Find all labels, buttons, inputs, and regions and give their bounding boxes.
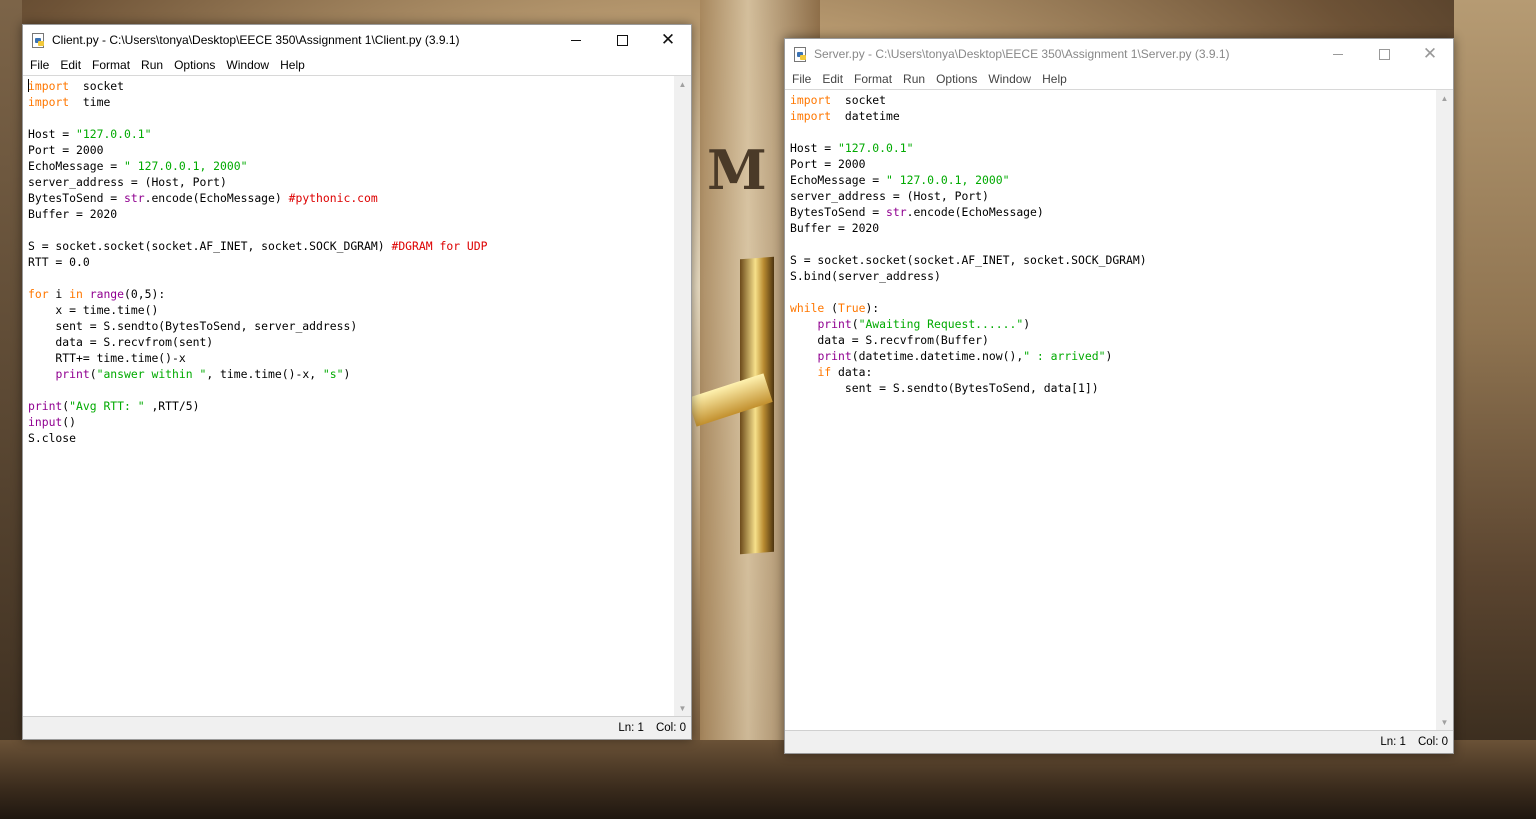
maximize-icon bbox=[616, 34, 628, 46]
code-line[interactable]: server_address = (Host, Port) bbox=[28, 174, 671, 190]
python-file-icon bbox=[31, 33, 45, 48]
server-idle-window[interactable]: Server.py - C:\Users\tonya\Desktop\EECE … bbox=[784, 38, 1454, 754]
server-editor[interactable]: import socket import datetime Host = "127… bbox=[785, 89, 1453, 731]
client-code-text[interactable]: import socket import time Host = "127.0.0… bbox=[28, 78, 671, 717]
code-line[interactable]: server_address = (Host, Port) bbox=[790, 188, 1433, 204]
client-window-title: Client.py - C:\Users\tonya\Desktop\EECE … bbox=[52, 33, 460, 47]
close-icon: ✕ bbox=[660, 29, 676, 50]
maximize-icon bbox=[1378, 48, 1390, 60]
server-statusbar: Ln: 1 Col: 0 bbox=[785, 730, 1453, 753]
menu-run[interactable]: Run bbox=[138, 58, 169, 72]
scroll-up-icon[interactable]: ▲ bbox=[1436, 90, 1453, 107]
column-indicator: Col: 0 bbox=[1417, 736, 1448, 748]
code-line[interactable]: Port = 2000 bbox=[28, 142, 671, 158]
python-file-icon bbox=[793, 47, 807, 62]
code-line[interactable]: Buffer = 2020 bbox=[28, 206, 671, 222]
menu-help[interactable]: Help bbox=[1039, 72, 1073, 86]
menu-edit[interactable]: Edit bbox=[57, 58, 87, 72]
code-line[interactable]: Host = "127.0.0.1" bbox=[790, 140, 1433, 156]
code-line[interactable]: print("Awaiting Request......") bbox=[790, 316, 1433, 332]
menu-help[interactable]: Help bbox=[277, 58, 311, 72]
close-icon: ✕ bbox=[1422, 43, 1438, 64]
code-line[interactable]: RTT = 0.0 bbox=[28, 254, 671, 270]
wallpaper-right-strip bbox=[1454, 0, 1536, 819]
code-line[interactable]: print(datetime.datetime.now()," : arrive… bbox=[790, 348, 1433, 364]
client-statusbar: Ln: 1 Col: 0 bbox=[23, 716, 691, 739]
code-line[interactable] bbox=[28, 270, 671, 286]
scroll-down-icon[interactable]: ▼ bbox=[674, 700, 691, 717]
code-line[interactable]: import datetime bbox=[790, 108, 1433, 124]
code-line[interactable]: import time bbox=[28, 94, 671, 110]
minimize-icon bbox=[571, 39, 581, 41]
menu-file[interactable]: File bbox=[27, 58, 55, 72]
minimize-button[interactable] bbox=[553, 25, 599, 55]
menu-format[interactable]: Format bbox=[89, 58, 136, 72]
code-line[interactable]: data = S.recvfrom(Buffer) bbox=[790, 332, 1433, 348]
menu-file[interactable]: File bbox=[789, 72, 817, 86]
code-line[interactable]: EchoMessage = " 127.0.0.1, 2000" bbox=[790, 172, 1433, 188]
code-line[interactable]: sent = S.sendto(BytesToSend, server_addr… bbox=[28, 318, 671, 334]
code-line[interactable]: x = time.time() bbox=[28, 302, 671, 318]
code-line[interactable]: while (True): bbox=[790, 300, 1433, 316]
code-line[interactable] bbox=[28, 110, 671, 126]
client-menubar: File Edit Format Run Options Window Help bbox=[23, 55, 691, 75]
server-code-text[interactable]: import socket import datetime Host = "127… bbox=[790, 92, 1433, 731]
maximize-button[interactable] bbox=[1361, 39, 1407, 69]
client-titlebar[interactable]: Client.py - C:\Users\tonya\Desktop\EECE … bbox=[23, 25, 691, 55]
code-line[interactable]: input() bbox=[28, 414, 671, 430]
code-line[interactable]: print("answer within ", time.time()-x, "… bbox=[28, 366, 671, 382]
client-idle-window[interactable]: Client.py - C:\Users\tonya\Desktop\EECE … bbox=[22, 24, 692, 740]
code-line[interactable] bbox=[790, 284, 1433, 300]
line-indicator: Ln: 1 bbox=[1380, 736, 1406, 748]
code-line[interactable]: import socket bbox=[28, 78, 671, 94]
menu-edit[interactable]: Edit bbox=[819, 72, 849, 86]
code-line[interactable]: data = S.recvfrom(sent) bbox=[28, 334, 671, 350]
wallpaper-left-strip bbox=[0, 0, 22, 819]
code-line[interactable]: S = socket.socket(socket.AF_INET, socket… bbox=[790, 252, 1433, 268]
server-titlebar[interactable]: Server.py - C:\Users\tonya\Desktop\EECE … bbox=[785, 39, 1453, 69]
code-line[interactable] bbox=[790, 124, 1433, 140]
menu-run[interactable]: Run bbox=[900, 72, 931, 86]
scroll-up-icon[interactable]: ▲ bbox=[674, 76, 691, 93]
menu-window[interactable]: Window bbox=[985, 72, 1037, 86]
code-line[interactable]: S = socket.socket(socket.AF_INET, socket… bbox=[28, 238, 671, 254]
code-line[interactable] bbox=[790, 236, 1433, 252]
server-vertical-scrollbar[interactable]: ▲ ▼ bbox=[1436, 90, 1453, 731]
code-line[interactable]: Port = 2000 bbox=[790, 156, 1433, 172]
code-line[interactable]: Host = "127.0.0.1" bbox=[28, 126, 671, 142]
code-line[interactable]: print("Avg RTT: " ,RTT/5) bbox=[28, 398, 671, 414]
close-button[interactable]: ✕ bbox=[1407, 39, 1453, 69]
server-window-title: Server.py - C:\Users\tonya\Desktop\EECE … bbox=[814, 47, 1230, 61]
menu-options[interactable]: Options bbox=[933, 72, 983, 86]
code-line[interactable]: import socket bbox=[790, 92, 1433, 108]
menu-format[interactable]: Format bbox=[851, 72, 898, 86]
code-line[interactable]: RTT+= time.time()-x bbox=[28, 350, 671, 366]
menu-options[interactable]: Options bbox=[171, 58, 221, 72]
scroll-down-icon[interactable]: ▼ bbox=[1436, 714, 1453, 731]
code-line[interactable]: for i in range(0,5): bbox=[28, 286, 671, 302]
minimize-button[interactable] bbox=[1315, 39, 1361, 69]
code-line[interactable]: BytesToSend = str.encode(EchoMessage) bbox=[790, 204, 1433, 220]
wallpaper-letters: M bbox=[707, 138, 775, 202]
code-line[interactable]: S.close bbox=[28, 430, 671, 446]
code-line[interactable]: BytesToSend = str.encode(EchoMessage) #p… bbox=[28, 190, 671, 206]
code-line[interactable]: EchoMessage = " 127.0.0.1, 2000" bbox=[28, 158, 671, 174]
maximize-button[interactable] bbox=[599, 25, 645, 55]
code-line[interactable] bbox=[28, 222, 671, 238]
client-editor[interactable]: import socket import time Host = "127.0.0… bbox=[23, 75, 691, 717]
close-button[interactable]: ✕ bbox=[645, 25, 691, 55]
server-menubar: File Edit Format Run Options Window Help bbox=[785, 69, 1453, 89]
minimize-icon bbox=[1333, 53, 1343, 55]
code-line[interactable]: if data: bbox=[790, 364, 1433, 380]
code-line[interactable]: Buffer = 2020 bbox=[790, 220, 1433, 236]
menu-window[interactable]: Window bbox=[223, 58, 275, 72]
code-line[interactable]: sent = S.sendto(BytesToSend, data[1]) bbox=[790, 380, 1433, 396]
code-line[interactable] bbox=[28, 382, 671, 398]
client-vertical-scrollbar[interactable]: ▲ ▼ bbox=[674, 76, 691, 717]
column-indicator: Col: 0 bbox=[655, 722, 686, 734]
code-line[interactable]: S.bind(server_address) bbox=[790, 268, 1433, 284]
line-indicator: Ln: 1 bbox=[618, 722, 644, 734]
